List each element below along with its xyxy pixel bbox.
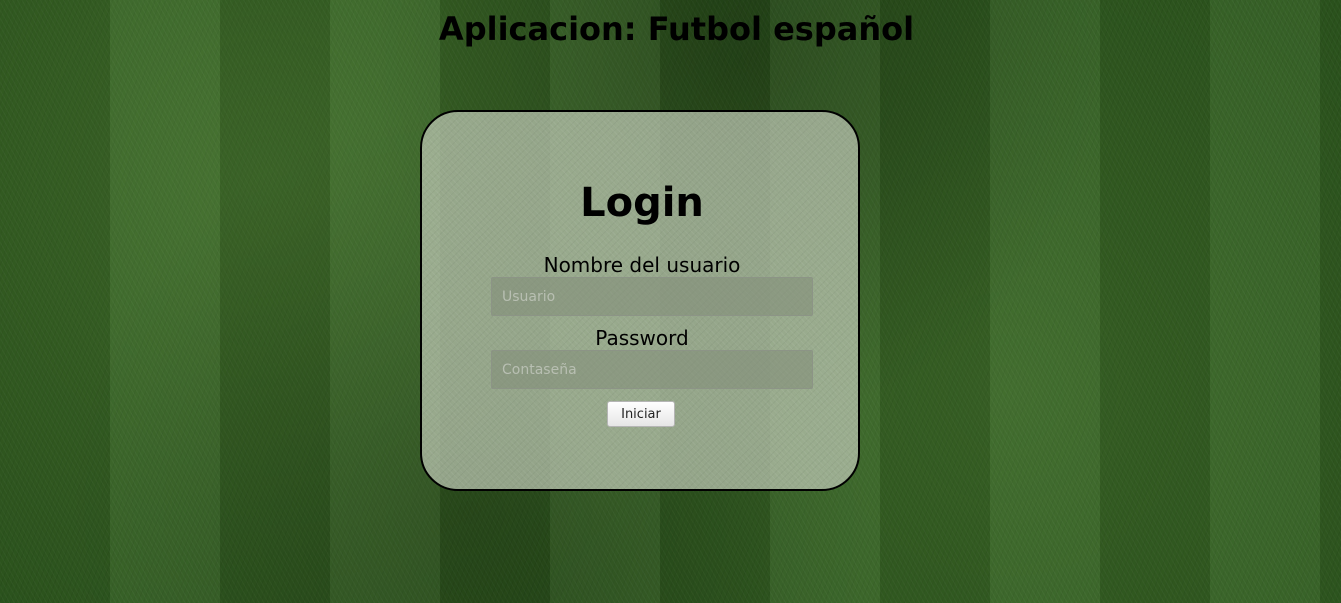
password-input[interactable] (491, 350, 813, 389)
login-card: Login Nombre del usuario Password Inicia… (420, 110, 860, 491)
username-input[interactable] (491, 277, 813, 316)
login-heading: Login (580, 180, 704, 226)
login-submit-button[interactable]: Iniciar (607, 401, 675, 427)
password-label: Password (595, 326, 689, 350)
app-title: Aplicacion: Futbol español (438, 10, 915, 48)
username-label: Nombre del usuario (543, 253, 741, 277)
